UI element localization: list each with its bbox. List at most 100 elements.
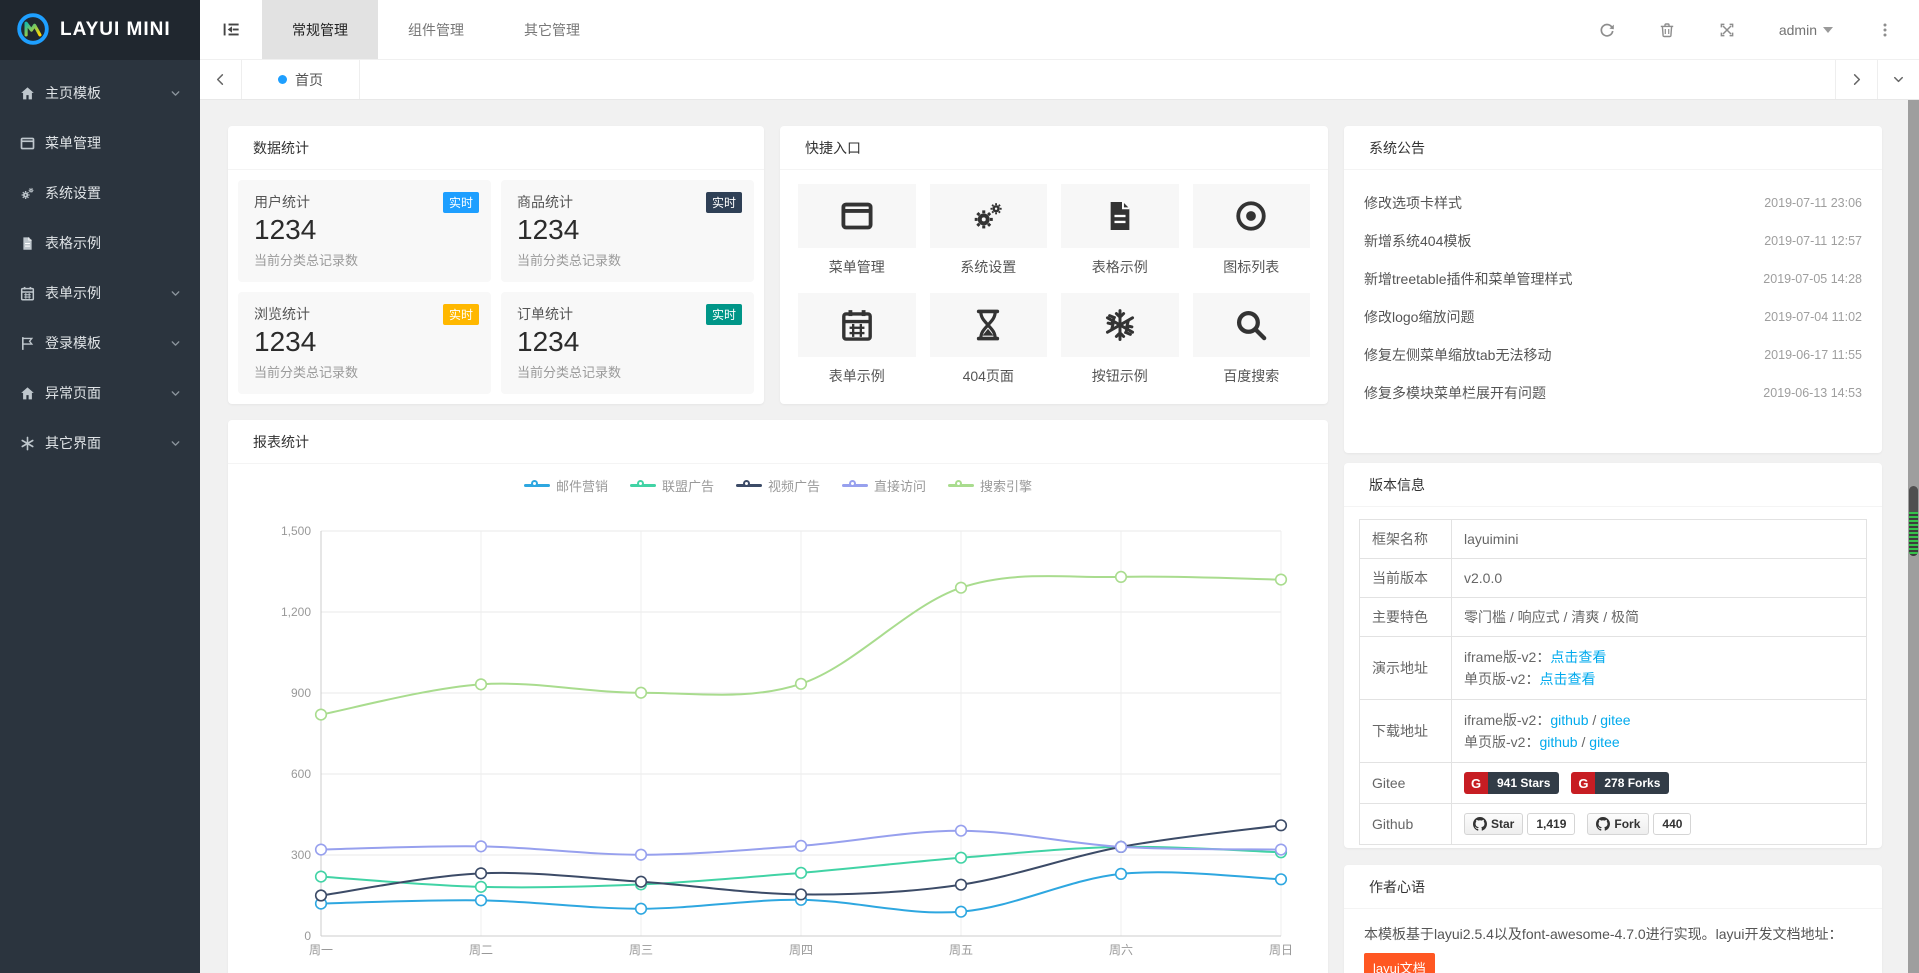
stats-grid: 用户统计1234当前分类总记录数实时商品统计1234当前分类总记录数实时浏览统计… (228, 170, 764, 404)
version-label: 主要特色 (1360, 598, 1452, 637)
card-quick-entry: 快捷入口 菜单管理系统设置表格示例图标列表表单示例 404页面按钮示例百度搜索 (780, 126, 1328, 404)
search-icon (1193, 293, 1311, 357)
card-title: 报表统计 (253, 432, 309, 452)
version-table: 框架名称layuimini当前版本v2.0.0主要特色零门槛 / 响应式 / 清… (1359, 519, 1867, 845)
fullscreen-icon[interactable] (1719, 22, 1735, 38)
version-link[interactable]: github (1539, 734, 1577, 750)
active-tab-dot (278, 75, 287, 84)
notice-row: 修改logo缩放问题2019-07-04 11:02 (1364, 298, 1862, 336)
sidebar-item[interactable]: 表格示例 (0, 218, 200, 268)
notice-row: 修复左侧菜单缩放tab无法移动 2019-06-17 11:55 (1364, 336, 1862, 374)
quick-entry-item[interactable]: 表单示例 (798, 293, 916, 386)
sidebar-item[interactable]: 表单示例 (0, 268, 200, 318)
github-star-button[interactable]: Star (1464, 813, 1523, 835)
quick-entry-item[interactable]: 按钮示例 (1061, 293, 1179, 386)
top-tab[interactable]: 组件管理 (378, 0, 494, 59)
card-title: 数据统计 (253, 138, 309, 158)
main-content: 数据统计 用户统计1234当前分类总记录数实时商品统计1234当前分类总记录数实… (200, 100, 1919, 973)
sidebar-menu: 主页模板菜单管理系统设置表格示例表单示例登录模板异常页面其它界面 (0, 60, 200, 468)
notice-date: 2019-07-11 12:57 (1764, 234, 1862, 248)
stat-title: 商品统计 (517, 192, 738, 212)
quick-entry-item[interactable]: 图标列表 (1193, 184, 1311, 277)
github-fork-button[interactable]: Fork (1587, 813, 1649, 835)
top-nav-tabs: 常规管理组件管理其它管理 (262, 0, 610, 59)
quick-entry-item[interactable]: 系统设置 (930, 184, 1048, 277)
user-dropdown[interactable]: admin (1779, 22, 1833, 38)
sidebar-item[interactable]: 菜单管理 (0, 118, 200, 168)
more-menu-icon[interactable] (1877, 22, 1893, 38)
stat-value: 1234 (254, 214, 475, 246)
quick-entry-label: 按钮示例 (1061, 366, 1179, 386)
quick-entry-item[interactable]: 百度搜索 (1193, 293, 1311, 386)
quick-entry-item[interactable]: 表格示例 (1061, 184, 1179, 277)
version-row: 演示地址iframe版-v2：点击查看单页版-v2：点击查看 (1360, 637, 1867, 700)
gitee-badge[interactable]: G941 Stars (1464, 772, 1559, 794)
card-system-notice-header: 系统公告 (1344, 126, 1882, 170)
realtime-badge: 实时 (443, 304, 479, 325)
stat-title: 用户统计 (254, 192, 475, 212)
top-tab[interactable]: 其它管理 (494, 0, 610, 59)
svg-text:周四: 周四 (789, 943, 813, 957)
clear-cache-icon[interactable] (1659, 22, 1675, 38)
tab-operations-icon[interactable] (1877, 60, 1919, 99)
chevron-down-icon (169, 337, 182, 350)
top-tab[interactable]: 常规管理 (262, 0, 378, 59)
notice-date: 2019-07-11 23:06 (1764, 196, 1862, 210)
legend-item[interactable]: 直接访问 (842, 476, 926, 495)
tab-home[interactable]: 首页 (242, 60, 360, 99)
tab-scroll-right-icon[interactable] (1835, 60, 1877, 99)
quick-entry-item[interactable]: 404页面 (930, 293, 1048, 386)
legend-item[interactable]: 邮件营销 (524, 476, 608, 495)
sidebar-item[interactable]: 系统设置 (0, 168, 200, 218)
sidebar-toggle-icon[interactable] (200, 0, 262, 59)
quick-entry-label: 404页面 (930, 366, 1048, 386)
report-chart: 03006009001,2001,500周一周二周三周四周五周六周日 (228, 506, 1328, 971)
stat-value: 1234 (517, 326, 738, 358)
legend-item[interactable]: 联盟广告 (630, 476, 714, 495)
sidebar-item[interactable]: 异常页面 (0, 368, 200, 418)
version-link[interactable]: gitee (1600, 712, 1630, 728)
notice-date: 2019-06-17 11:55 (1764, 348, 1862, 362)
header-actions: admin (1599, 0, 1919, 59)
quick-grid: 菜单管理系统设置表格示例图标列表表单示例 404页面按钮示例百度搜索 (780, 170, 1328, 400)
legend-item[interactable]: 搜索引擎 (948, 476, 1032, 495)
version-link[interactable]: 点击查看 (1550, 649, 1606, 665)
tab-scroll-left-icon[interactable] (200, 60, 242, 99)
file-icon (1061, 184, 1179, 248)
scrollbar-thumb-stripes (1909, 512, 1918, 556)
quick-entry-item[interactable]: 菜单管理 (798, 184, 916, 277)
quick-entry-label: 百度搜索 (1193, 366, 1311, 386)
notice-row: 新增系统404模板2019-07-11 12:57 (1364, 222, 1862, 260)
refresh-icon[interactable] (1599, 22, 1615, 38)
version-link-line: iframe版-v2：github / gitee (1464, 709, 1854, 731)
sidebar-item[interactable]: 主页模板 (0, 68, 200, 118)
gitee-badge[interactable]: G278 Forks (1571, 772, 1669, 794)
legend-item[interactable]: 视频广告 (736, 476, 820, 495)
version-value: layuimini (1464, 531, 1518, 547)
version-link[interactable]: 点击查看 (1539, 671, 1595, 687)
dot-circle-icon (1193, 184, 1311, 248)
legend-label: 联盟广告 (662, 476, 714, 495)
notice-title: 修复左侧菜单缩放tab无法移动 (1364, 345, 1551, 365)
card-title: 快捷入口 (805, 138, 861, 158)
svg-text:周二: 周二 (469, 943, 493, 957)
version-value: 零门槛 / 响应式 / 清爽 / 极简 (1464, 609, 1639, 625)
github-widget: Star1,419 (1464, 813, 1575, 835)
card-title: 作者心语 (1369, 877, 1425, 897)
sidebar-item[interactable]: 其它界面 (0, 418, 200, 468)
github-count[interactable]: 1,419 (1527, 813, 1575, 835)
version-link[interactable]: gitee (1589, 734, 1619, 750)
sidebar-item[interactable]: 登录模板 (0, 318, 200, 368)
stat-desc: 当前分类总记录数 (517, 250, 738, 269)
sidebar: LAYUI MINI 主页模板菜单管理系统设置表格示例表单示例登录模板异常页面其… (0, 0, 200, 973)
realtime-badge: 实时 (706, 304, 742, 325)
version-row: Github Star1,419 Fork440 (1360, 804, 1867, 845)
github-count[interactable]: 440 (1653, 813, 1691, 835)
page-tab-bar: 首页 (200, 60, 1919, 100)
scrollbar-thumb[interactable] (1909, 486, 1918, 556)
layui-doc-badge[interactable]: layui文档 (1364, 953, 1435, 973)
stat-desc: 当前分类总记录数 (517, 362, 738, 381)
quick-entry-label: 表单示例 (798, 366, 916, 386)
legend-label: 搜索引擎 (980, 476, 1032, 495)
version-link[interactable]: github (1550, 712, 1588, 728)
